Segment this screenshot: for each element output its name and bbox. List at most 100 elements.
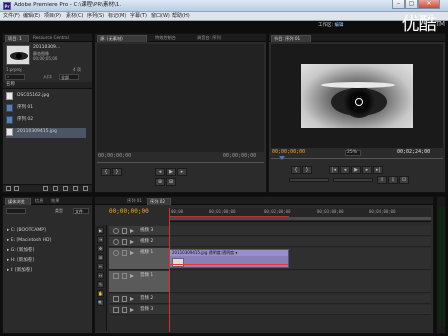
close-button[interactable]: ✕ bbox=[418, 0, 440, 9]
tab-resource-central[interactable]: Resource Central bbox=[31, 35, 75, 42]
go-to-in-button[interactable]: |◂ bbox=[329, 166, 339, 174]
icon-view-icon[interactable] bbox=[14, 186, 19, 191]
tab-project[interactable]: 项目: 1 bbox=[5, 35, 29, 42]
premiere-app-icon[interactable]: Pr bbox=[3, 2, 11, 10]
step-back-button[interactable]: ◂ bbox=[340, 166, 350, 174]
step-forward-button[interactable]: ▸ bbox=[177, 168, 187, 176]
tab-sequence-01[interactable]: 序列 01 bbox=[125, 198, 145, 205]
step-back-button[interactable]: ◂ bbox=[155, 168, 165, 176]
lock-icon[interactable] bbox=[122, 307, 127, 313]
menu-file[interactable]: 文件(F) bbox=[3, 14, 20, 19]
eye-icon[interactable] bbox=[113, 239, 119, 245]
speaker-icon[interactable] bbox=[113, 273, 119, 279]
speaker-icon[interactable] bbox=[113, 307, 119, 313]
step-forward-button[interactable]: ▸ bbox=[362, 166, 372, 174]
expand-icon[interactable] bbox=[130, 240, 134, 244]
media-search-input[interactable] bbox=[6, 208, 26, 214]
menu-help[interactable]: 帮助(H) bbox=[172, 14, 190, 19]
work-area-bar[interactable] bbox=[169, 217, 431, 220]
audio-track-lane[interactable] bbox=[169, 305, 431, 315]
tab-audio-mixer[interactable]: 调音台: 序列 bbox=[195, 35, 235, 42]
speaker-icon[interactable] bbox=[113, 296, 119, 302]
zoom-dropdown[interactable]: 25% bbox=[345, 150, 361, 156]
program-monitor-viewport[interactable] bbox=[271, 44, 443, 148]
audio-track-header-expanded[interactable]: 音频 1 bbox=[109, 271, 169, 293]
program-timecode[interactable]: 00;00;00;00 bbox=[272, 150, 305, 155]
drive-item[interactable]: ▸ E: [Macintosh HD] bbox=[7, 238, 51, 244]
source-monitor-viewport[interactable] bbox=[97, 44, 264, 152]
timeline-ruler[interactable]: 00;00 00;01;00;00 00;02;00;00 00;03;00;0… bbox=[169, 208, 431, 222]
tab-source[interactable]: 源: (无素材) bbox=[97, 35, 147, 42]
automate-icon[interactable] bbox=[43, 186, 48, 191]
menu-sequence[interactable]: 序列(S) bbox=[87, 14, 104, 19]
audio-track-header[interactable]: 音频 3 bbox=[109, 305, 169, 315]
selection-tool-icon[interactable]: ▶ bbox=[97, 227, 104, 234]
workspace-selector[interactable]: 工作区: 编辑 bbox=[318, 23, 343, 29]
tab-sequence-02[interactable]: 序列 02 bbox=[147, 198, 171, 205]
set-out-button[interactable]: } bbox=[302, 166, 312, 174]
source-play-button[interactable]: ▶ bbox=[166, 168, 176, 176]
clip-thumbnail[interactable] bbox=[6, 45, 30, 65]
export-frame-button[interactable]: ⊡ bbox=[399, 176, 409, 184]
track-select-tool-icon[interactable]: ⇥ bbox=[97, 236, 104, 243]
video-track-header[interactable]: 视频 2 bbox=[109, 237, 169, 247]
opacity-line[interactable] bbox=[170, 264, 288, 265]
search-in-dropdown[interactable]: 全部 bbox=[59, 74, 79, 80]
set-out-point-button[interactable]: } bbox=[112, 168, 122, 176]
shuttle-slider[interactable] bbox=[289, 178, 329, 182]
audio-track-header[interactable]: 音频 2 bbox=[109, 294, 169, 304]
set-in-button[interactable]: { bbox=[291, 166, 301, 174]
new-bin-icon[interactable] bbox=[63, 186, 68, 191]
timeline-timecode[interactable]: 00;00;00;00 bbox=[109, 209, 149, 215]
menu-title[interactable]: 字幕(T) bbox=[130, 14, 147, 19]
menu-marker[interactable]: 标记(M) bbox=[108, 14, 126, 19]
project-item-selected[interactable]: 20110309415.jpg bbox=[6, 128, 86, 138]
lock-icon[interactable] bbox=[122, 273, 127, 279]
source-timecode[interactable]: 00;00;00;00 bbox=[98, 154, 131, 159]
pen-tool-icon[interactable]: ✎ bbox=[97, 281, 104, 288]
video-track-lane[interactable] bbox=[169, 226, 431, 236]
menu-clip[interactable]: 素材(C) bbox=[66, 14, 83, 19]
ripple-edit-tool-icon[interactable]: ✥ bbox=[97, 245, 104, 252]
menu-project[interactable]: 项目(P) bbox=[44, 14, 61, 19]
tab-program[interactable]: 节目: 序列 01 bbox=[271, 35, 311, 42]
audio-track-lane[interactable] bbox=[169, 294, 431, 304]
maximize-button[interactable]: ▢ bbox=[405, 0, 418, 9]
slip-tool-icon[interactable]: ↔ bbox=[97, 272, 104, 279]
video-clip[interactable]: 20110309415.jpg 透明度:透明度 ▾ bbox=[169, 249, 289, 268]
project-item[interactable]: 序列 01 bbox=[6, 104, 86, 114]
razor-tool-icon[interactable]: ✂ bbox=[97, 263, 104, 270]
audio-track-lane[interactable] bbox=[169, 271, 431, 293]
expand-icon[interactable] bbox=[130, 251, 134, 255]
timeline-playhead[interactable] bbox=[169, 208, 170, 332]
drive-item[interactable]: ▸ C: [BOOTCAMP] bbox=[7, 228, 46, 234]
go-to-out-button[interactable]: ▸| bbox=[373, 166, 383, 174]
extract-button[interactable]: ⇩ bbox=[388, 176, 398, 184]
insert-button[interactable]: ⊕ bbox=[155, 178, 165, 186]
project-column-header[interactable]: 名称 bbox=[3, 82, 92, 89]
overlay-button[interactable]: ⊞ bbox=[166, 178, 176, 186]
tab-info[interactable]: 信息 bbox=[33, 198, 47, 205]
drive-item[interactable]: ▸ I: [新加卷] bbox=[7, 268, 32, 274]
menu-edit[interactable]: 编辑(E) bbox=[23, 14, 40, 19]
source-time-ruler[interactable] bbox=[97, 162, 264, 166]
eye-icon[interactable] bbox=[113, 250, 119, 256]
expand-icon[interactable] bbox=[130, 297, 134, 301]
video-track-lane[interactable] bbox=[169, 237, 431, 247]
tab-effect-controls[interactable]: 特效控制台 bbox=[153, 35, 193, 42]
video-track-header-expanded[interactable]: 视频 1 bbox=[109, 248, 169, 270]
hand-tool-icon[interactable]: ✋ bbox=[97, 290, 104, 297]
eye-icon[interactable] bbox=[113, 228, 119, 234]
project-item[interactable]: 序列 02 bbox=[6, 116, 86, 126]
tab-effects[interactable]: 效果 bbox=[49, 198, 63, 205]
lock-icon[interactable] bbox=[122, 228, 127, 234]
set-in-point-button[interactable]: { bbox=[101, 168, 111, 176]
jog-wheel[interactable] bbox=[333, 178, 373, 182]
list-view-icon[interactable] bbox=[6, 186, 11, 191]
view-as-dropdown[interactable]: 文件 bbox=[73, 208, 89, 214]
project-search-input[interactable]: ⌕ bbox=[5, 74, 25, 80]
drive-item[interactable]: ▸ G: [新加卷] bbox=[7, 248, 34, 254]
minimize-button[interactable]: – bbox=[392, 0, 405, 9]
video-track-lane[interactable]: 20110309415.jpg 透明度:透明度 ▾ bbox=[169, 248, 431, 270]
lock-icon[interactable] bbox=[122, 296, 127, 302]
